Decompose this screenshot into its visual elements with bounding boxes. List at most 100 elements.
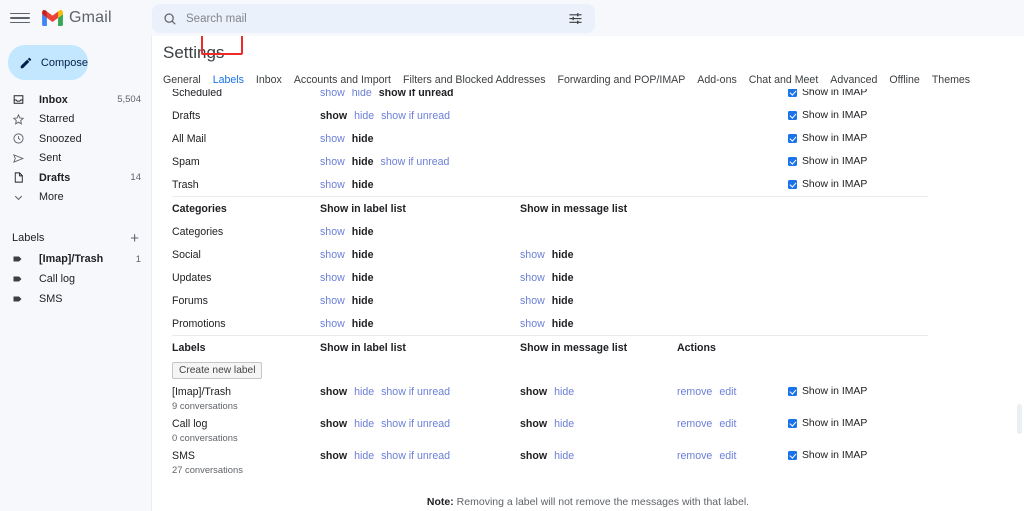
create-new-label-button[interactable]: Create new label xyxy=(172,362,263,379)
show-in-imap-checkbox[interactable] xyxy=(788,387,797,396)
row-label: [Imap]/Trash 9 conversations xyxy=(172,386,238,411)
edit-link[interactable]: edit xyxy=(719,450,736,462)
show-in-imap-cell[interactable]: Show in IMAP xyxy=(788,450,867,461)
option-hide[interactable]: hide xyxy=(352,89,372,99)
option-hide: hide xyxy=(551,248,574,261)
remove-link[interactable]: remove xyxy=(677,386,712,398)
tab-themes[interactable]: Themes xyxy=(932,74,970,86)
label-name: SMS xyxy=(172,450,195,462)
labels-header-title: Labels xyxy=(12,232,45,244)
show-in-imap-checkbox[interactable] xyxy=(788,180,797,189)
option-show-if-unread[interactable]: show if unread xyxy=(381,386,450,398)
option-show[interactable]: show xyxy=(520,318,545,330)
edit-link[interactable]: edit xyxy=(719,386,736,398)
sidebar-label-sms[interactable]: SMS xyxy=(0,289,151,309)
compose-button[interactable]: Compose xyxy=(8,45,88,80)
show-in-message-list-cell: show hide xyxy=(520,272,574,284)
sidebar-labels-header: Labels + xyxy=(0,227,151,249)
option-show[interactable]: show xyxy=(320,318,345,330)
tab-inbox[interactable]: Inbox xyxy=(256,74,282,86)
show-in-imap-cell[interactable]: Show in IMAP xyxy=(788,179,867,190)
option-hide[interactable]: hide xyxy=(554,386,574,398)
column-header-actions: Actions xyxy=(677,341,716,354)
option-hide[interactable]: hide xyxy=(354,110,374,122)
option-show[interactable]: show xyxy=(520,249,545,261)
tab-forwarding-and-pop-imap[interactable]: Forwarding and POP/IMAP xyxy=(558,74,686,86)
option-show[interactable]: show xyxy=(320,272,345,284)
sidebar-item-drafts[interactable]: Drafts 14 xyxy=(0,168,151,188)
show-in-imap-cell[interactable]: Show in IMAP xyxy=(788,156,867,167)
sidebar-item-label: Drafts xyxy=(39,171,71,184)
option-show[interactable]: show xyxy=(320,249,345,261)
option-show[interactable]: show xyxy=(520,272,545,284)
show-in-imap-cell[interactable]: Show in IMAP xyxy=(788,418,867,429)
search-bar[interactable] xyxy=(152,4,595,33)
show-in-imap-cell[interactable]: Show in IMAP xyxy=(788,386,867,397)
main-menu-icon[interactable] xyxy=(10,8,30,28)
chevron-down-icon xyxy=(12,191,26,204)
star-icon xyxy=(12,113,26,126)
tab-filters-and-blocked-addresses[interactable]: Filters and Blocked Addresses xyxy=(403,74,546,86)
show-in-imap-checkbox[interactable] xyxy=(788,451,797,460)
option-show-if-unread[interactable]: show if unread xyxy=(381,110,450,122)
table-row: Social show hide show hide xyxy=(152,243,1024,266)
show-in-imap-cell[interactable]: Show in IMAP xyxy=(788,133,867,144)
tune-icon[interactable] xyxy=(568,11,583,26)
sidebar-item-sent[interactable]: Sent xyxy=(0,149,151,169)
option-hide: hide xyxy=(351,271,374,284)
option-show[interactable]: show xyxy=(320,295,345,307)
option-show: show xyxy=(320,418,348,430)
option-show-if-unread[interactable]: show if unread xyxy=(381,156,450,168)
table-row: Updates show hide show hide xyxy=(152,266,1024,289)
sidebar-item-inbox[interactable]: Inbox 5,504 xyxy=(0,90,151,110)
table-row: Scheduled show hide show if unread Show in I… xyxy=(152,89,1024,104)
tab-accounts-and-import[interactable]: Accounts and Import xyxy=(294,74,391,86)
show-in-message-list-cell: show hide xyxy=(520,450,574,462)
plus-icon[interactable]: + xyxy=(130,231,139,246)
sidebar-item-snoozed[interactable]: Snoozed xyxy=(0,129,151,149)
option-show[interactable]: show xyxy=(520,295,545,307)
page-title: Settings xyxy=(163,43,225,62)
show-in-imap-checkbox[interactable] xyxy=(788,89,797,97)
option-hide[interactable]: hide xyxy=(554,418,574,430)
sidebar-label-call-log[interactable]: Call log xyxy=(0,269,151,289)
row-label: Promotions xyxy=(172,317,226,330)
edit-link[interactable]: edit xyxy=(719,418,736,430)
tab-add-ons[interactable]: Add-ons xyxy=(697,74,736,86)
show-in-label-list-cell: show hide xyxy=(320,295,374,307)
settings-scroll-area[interactable]: Scheduled show hide show if unread Show in I… xyxy=(152,89,1024,511)
option-show-if-unread[interactable]: show if unread xyxy=(381,418,450,430)
option-show[interactable]: show xyxy=(320,156,345,168)
tab-advanced[interactable]: Advanced xyxy=(830,74,877,86)
show-in-imap-cell[interactable]: Show in IMAP xyxy=(788,89,867,98)
sidebar-label-imap-trash[interactable]: [Imap]/Trash 1 xyxy=(0,249,151,269)
show-in-imap-checkbox[interactable] xyxy=(788,134,797,143)
tab-general[interactable]: General xyxy=(163,74,201,86)
option-hide[interactable]: hide xyxy=(354,418,374,430)
tab-labels[interactable]: Labels xyxy=(213,74,244,86)
show-in-message-list-cell: show hide xyxy=(520,386,574,398)
show-in-imap-cell[interactable]: Show in IMAP xyxy=(788,110,867,121)
tab-offline[interactable]: Offline xyxy=(889,74,919,86)
show-in-imap-checkbox[interactable] xyxy=(788,419,797,428)
option-hide[interactable]: hide xyxy=(554,450,574,462)
sidebar-item-more[interactable]: More xyxy=(0,188,151,208)
search-input[interactable] xyxy=(186,12,568,25)
tab-chat-and-meet[interactable]: Chat and Meet xyxy=(749,74,819,86)
show-in-imap-checkbox[interactable] xyxy=(788,157,797,166)
option-show[interactable]: show xyxy=(320,89,345,99)
sidebar-item-starred[interactable]: Starred xyxy=(0,110,151,130)
option-show[interactable]: show xyxy=(320,226,345,238)
gmail-logo[interactable]: Gmail xyxy=(42,9,112,27)
remove-link[interactable]: remove xyxy=(677,418,712,430)
option-show-if-unread[interactable]: show if unread xyxy=(381,450,450,462)
option-hide[interactable]: hide xyxy=(354,386,374,398)
remove-link[interactable]: remove xyxy=(677,450,712,462)
show-in-imap-checkbox[interactable] xyxy=(788,111,797,120)
scrollbar-thumb[interactable] xyxy=(1017,404,1022,434)
option-show[interactable]: show xyxy=(320,133,345,145)
option-show[interactable]: show xyxy=(320,179,345,191)
gmail-wordmark: Gmail xyxy=(69,9,112,26)
option-hide[interactable]: hide xyxy=(354,450,374,462)
sidebar-label-name: Call log xyxy=(39,273,76,285)
